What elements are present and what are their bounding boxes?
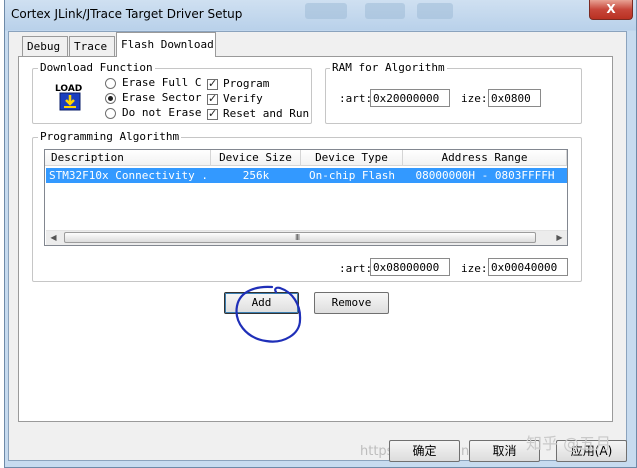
watermark-brand: 知乎 @五月 (526, 434, 612, 453)
do-not-erase-label: Do not Erase (122, 106, 202, 119)
column-header-device-size[interactable]: Device Size (211, 150, 301, 166)
cell-device-type: On-chip Flash (308, 169, 396, 182)
ram-size-label: ize: (461, 92, 488, 105)
reset-and-run-label: Reset and Run (223, 107, 310, 120)
algorithm-start-label: :art: (339, 262, 373, 275)
verify-label: Verify (223, 92, 263, 105)
erase-full-chip-label: Erase Full C (122, 76, 202, 89)
cell-address-range: 08000000H - 0803FFFFH (415, 169, 555, 182)
reset-and-run-checkbox[interactable] (207, 107, 218, 120)
blurred-taskbar-item (365, 3, 405, 19)
column-header-description[interactable]: Description (45, 150, 211, 166)
tab-debug[interactable]: Debug (22, 36, 68, 56)
ram-start-label: :art: (339, 92, 373, 105)
remove-button[interactable]: Remove (314, 292, 389, 314)
algorithm-start-input[interactable]: 0x08000000 (370, 258, 450, 276)
ram-start-input[interactable]: 0x20000000 (370, 89, 450, 107)
scroll-thumb[interactable] (64, 232, 536, 243)
download-function-label: Download Function (38, 61, 155, 74)
erase-sector-label: Erase Sector (122, 91, 202, 104)
load-icon: LOAD (54, 82, 88, 112)
blurred-taskbar-item (305, 3, 347, 19)
algorithm-size-input[interactable]: 0x00040000 (488, 258, 568, 276)
program-label: Program (223, 77, 270, 90)
title-bar[interactable]: Cortex JLink/JTrace Target Driver Setup … (5, 0, 636, 30)
erase-sector-radio[interactable] (105, 93, 116, 104)
program-checkbox[interactable] (207, 77, 218, 90)
column-header-device-type[interactable]: Device Type (301, 150, 403, 166)
cell-device-size: 256k (242, 169, 270, 182)
scroll-right-icon[interactable]: ▶ (552, 230, 567, 245)
scroll-left-icon[interactable]: ◀ (46, 230, 61, 245)
erase-full-chip-radio[interactable] (105, 78, 116, 89)
close-button[interactable]: X (589, 0, 633, 20)
window-title: Cortex JLink/JTrace Target Driver Setup (11, 7, 243, 21)
tab-label: Flash Download (121, 38, 214, 51)
ram-size-input[interactable]: 0x0800 (488, 89, 541, 107)
tab-trace[interactable]: Trace (69, 36, 115, 56)
scroll-grip-icon: III (295, 233, 300, 242)
tab-label: Trace (74, 40, 108, 53)
algorithm-size-label: ize: (461, 262, 488, 275)
ok-button[interactable]: 确定 (389, 440, 460, 462)
tab-flash-download[interactable]: Flash Download (116, 32, 216, 57)
programming-algorithm-label: Programming Algorithm (38, 130, 182, 143)
ram-for-algorithm-label: RAM for Algorithm (330, 61, 447, 74)
annotation-circle (235, 285, 302, 343)
cell-description: STM32F10x Connectivity ... (49, 169, 209, 182)
column-header-address-range[interactable]: Address Range (403, 150, 567, 166)
tab-label: Debug (27, 40, 61, 53)
blurred-taskbar-item (417, 3, 453, 19)
verify-checkbox[interactable] (207, 92, 218, 105)
do-not-erase-radio[interactable] (105, 108, 116, 119)
